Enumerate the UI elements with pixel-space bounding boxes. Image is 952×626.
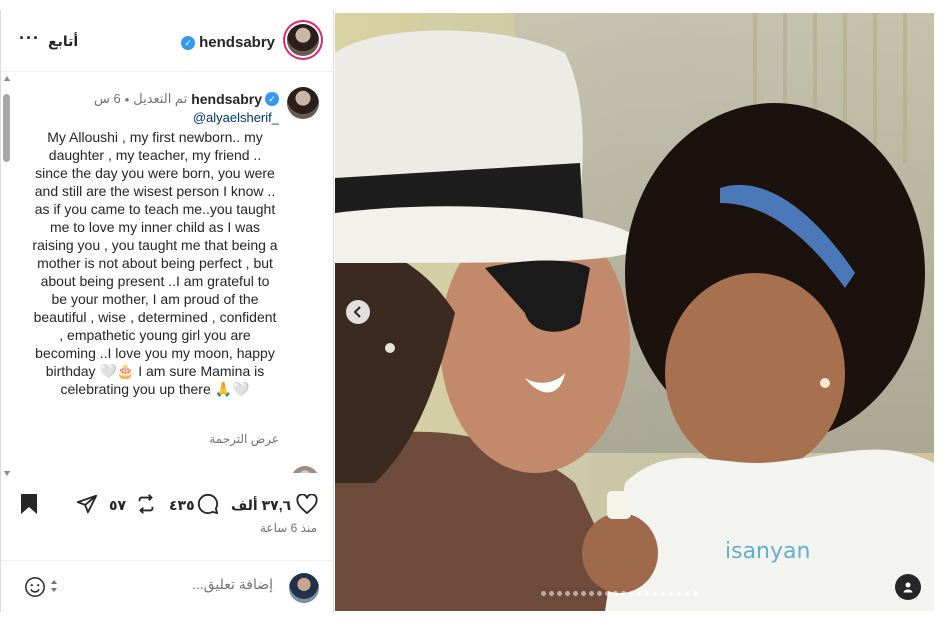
edited-label: تم التعديل [133,91,188,106]
carousel-dot [693,591,698,596]
photo-illustration: isanyan [335,13,934,611]
like-count[interactable]: ٣٧,٦ ألف [231,497,291,514]
carousel-dot [557,591,562,596]
next-comment-avatar[interactable] [291,466,319,473]
caption-header: hendsabry ✓ تم التعديل • 6 س [94,91,279,107]
carousel-dot [669,591,674,596]
carousel-dot [661,591,666,596]
header-username[interactable]: hendsabry [199,34,275,51]
current-user-avatar[interactable] [289,573,319,603]
caption-text: My Alloushi , my first newborn.. my daug… [32,129,278,397]
carousel-indicator-dots [541,591,698,596]
person-icon [903,582,913,593]
comment-composer: إضافة تعليق... [1,560,335,612]
header-username-block[interactable]: ✓ hendsabry [181,34,275,51]
carousel-dot [645,591,650,596]
carousel-prev-button[interactable] [346,300,370,324]
carousel-dot [637,591,642,596]
carousel-dot [573,591,578,596]
dot-separator: • [124,91,130,107]
share-count: ٥٧ [109,497,127,513]
emoji-icon[interactable] [23,575,47,599]
caption-time[interactable]: 6 س [94,91,121,107]
next-comment-row: 1 س sawsanbadrofficial [139,466,319,473]
emoji-expand-chevron-icon[interactable] [49,577,59,595]
carousel-dot [541,591,546,596]
repost-icon[interactable] [134,492,158,516]
post-photo[interactable]: isanyan [335,13,934,611]
share-icon[interactable] [75,492,99,516]
carousel-dot [613,591,618,596]
carousel-dot [581,591,586,596]
svg-text:isanyan: isanyan [725,539,810,564]
carousel-dot [653,591,658,596]
carousel-dot [549,591,554,596]
post-header: ··· أتابع ✓ hendsabry [1,10,335,72]
carousel-dot [605,591,610,596]
next-comment-username[interactable]: sawsanbadrofficial [170,473,287,474]
caption-username[interactable]: hendsabry [191,91,262,107]
chevron-left-icon [353,306,361,318]
caption-username-block[interactable]: hendsabry ✓ [191,91,279,107]
comment-count: ٤٣٥ [169,497,195,513]
bookmark-icon[interactable] [17,492,41,516]
more-options-button[interactable]: ··· [19,29,40,47]
posted-time[interactable]: منذ 6 ساعة [260,521,317,535]
carousel-dot [685,591,690,596]
carousel-dot [589,591,594,596]
comment-input[interactable]: إضافة تعليق... [192,576,273,593]
post-panel: ··· أتابع ✓ hendsabry hendsabry ✓ تم الت… [0,10,335,612]
comment-icon[interactable] [196,492,220,516]
mention-link[interactable]: @alyaelsherif_ [193,110,279,125]
verified-badge-icon: ✓ [265,92,279,106]
follow-button[interactable]: أتابع [48,33,78,50]
next-comment-time: 1 س [139,472,166,473]
comments-scroll-area: hendsabry ✓ تم التعديل • 6 س @alyaelsher… [1,73,335,473]
carousel-dot [677,591,682,596]
header-avatar[interactable] [287,24,319,56]
carousel-dot [565,591,570,596]
tagged-users-button[interactable] [895,574,921,600]
carousel-dot [621,591,626,596]
see-translation-link[interactable]: عرض الترجمة [209,432,279,446]
carousel-dot [597,591,602,596]
verified-badge-icon: ✓ [181,35,196,50]
carousel-dot [629,591,634,596]
caption-avatar[interactable] [287,87,319,119]
like-heart-icon[interactable] [295,492,319,516]
